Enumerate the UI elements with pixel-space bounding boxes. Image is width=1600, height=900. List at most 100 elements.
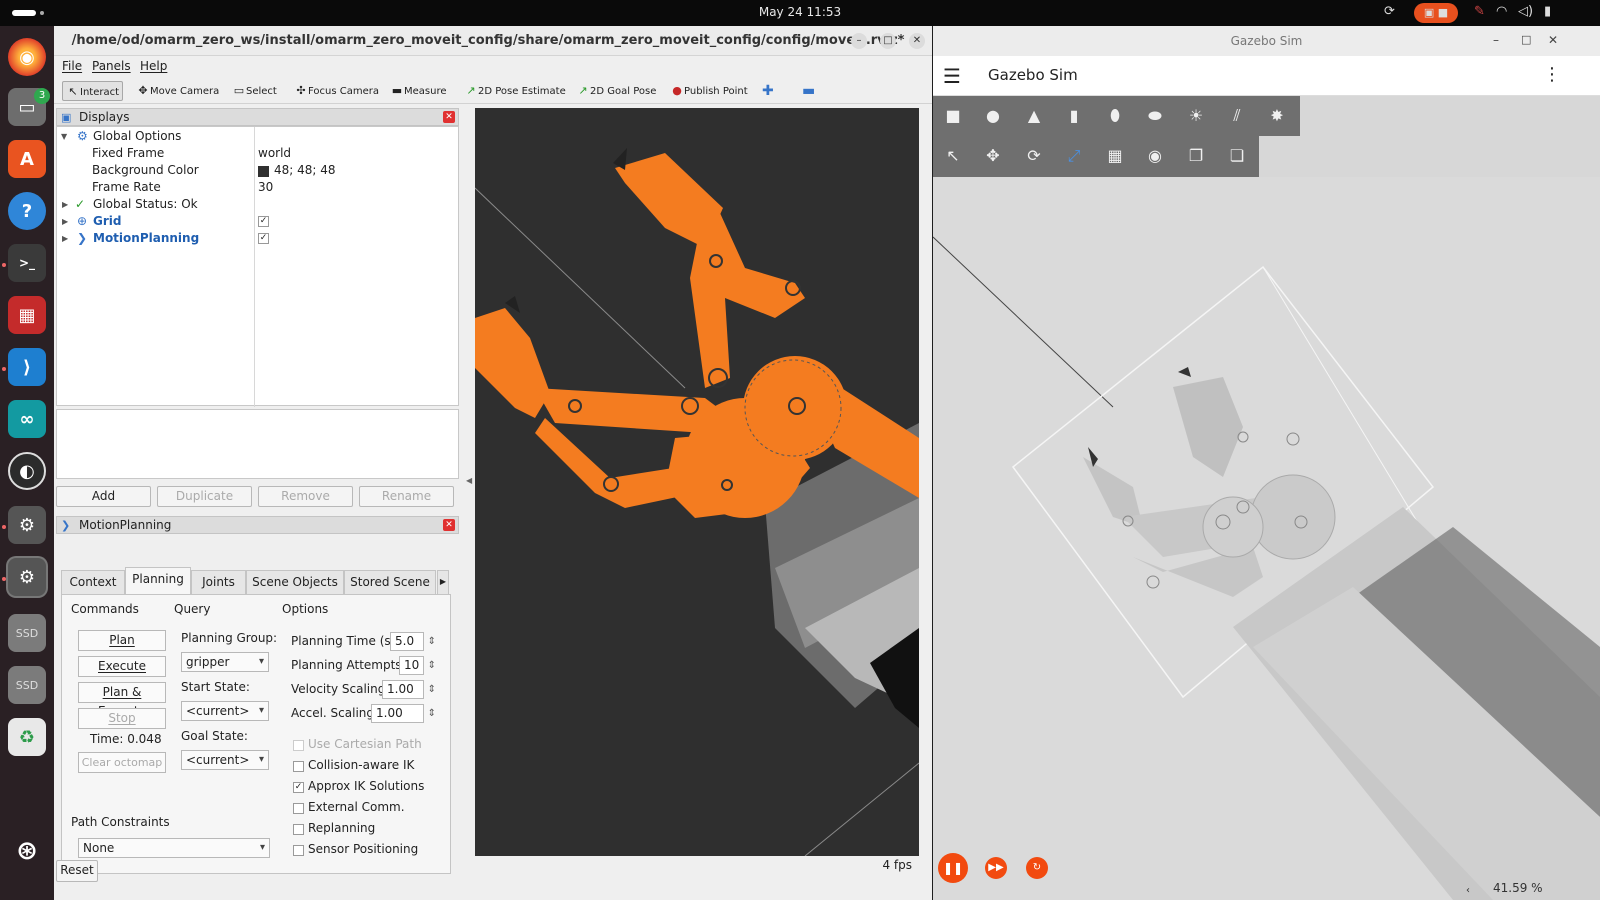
reset-sim-button[interactable]: ↻ — [1026, 857, 1048, 879]
app-center-icon[interactable]: A — [8, 140, 46, 178]
maximize-button[interactable]: □ — [1521, 33, 1531, 46]
approx-ik-checkbox[interactable]: ✓ — [293, 782, 304, 793]
close-button[interactable]: ✕ — [1548, 33, 1558, 47]
tab-scene-objects[interactable]: Scene Objects — [246, 570, 344, 594]
collision-aware-checkbox[interactable] — [293, 761, 304, 772]
ssd-drive-icon[interactable]: SSD — [8, 614, 46, 652]
sphere-shape-icon[interactable]: ● — [983, 106, 1003, 125]
planning-time-input[interactable]: 5.0 — [390, 632, 436, 651]
settings-icon[interactable]: ⚙ — [8, 506, 46, 544]
expand-arrow-icon[interactable]: ▶ — [62, 217, 68, 226]
vscode-icon[interactable]: ⟩ — [8, 348, 46, 386]
arduino-icon[interactable]: ∞ — [8, 400, 46, 438]
cone-shape-icon[interactable]: ▲ — [1024, 106, 1044, 125]
display-grid[interactable]: Grid — [93, 213, 121, 230]
copy-icon[interactable]: ❐ — [1186, 146, 1206, 165]
rviz-settings-icon[interactable]: ⚙ — [8, 558, 46, 596]
menu-panels[interactable]: Panels — [92, 59, 131, 73]
capsule-shape-icon[interactable]: ⬮ — [1105, 106, 1125, 126]
plan-execute-button[interactable]: Plan & Execute — [78, 682, 166, 718]
use-cartesian-checkbox[interactable] — [293, 740, 304, 751]
close-button[interactable]: ✕ — [909, 33, 925, 49]
duplicate-button[interactable]: Duplicate — [157, 486, 252, 507]
global-status[interactable]: Global Status: Ok — [93, 196, 198, 213]
tool-interact[interactable]: ↖ Interact — [62, 81, 124, 101]
rviz-3d-view[interactable] — [475, 108, 919, 856]
spot-light-icon[interactable]: ✸ — [1267, 106, 1287, 125]
close-motion-panel-button[interactable]: ✕ — [443, 519, 455, 531]
snap-icon[interactable]: ⤢ — [1064, 146, 1084, 166]
clear-octomap-button[interactable]: Clear octomap — [78, 752, 166, 773]
fixed-frame-value[interactable]: world — [258, 145, 291, 162]
terminator-icon[interactable]: ▦ — [8, 296, 46, 334]
wifi-icon[interactable]: ◠ — [1496, 4, 1507, 19]
execute-button[interactable]: Execute — [78, 656, 166, 677]
color-swatch[interactable] — [258, 166, 269, 177]
rename-button[interactable]: Rename — [359, 486, 454, 507]
more-options-icon[interactable]: ⋮ — [1543, 64, 1561, 85]
planning-group-select[interactable]: gripper — [181, 652, 269, 672]
directional-light-icon[interactable]: ⫽ — [1227, 106, 1247, 126]
tool-focus-camera[interactable]: ✣ Focus Camera — [294, 81, 379, 101]
help-icon[interactable]: ? — [8, 192, 46, 230]
close-displays-button[interactable]: ✕ — [443, 111, 455, 123]
translate-mode-icon[interactable]: ✥ — [983, 146, 1003, 165]
frame-rate-value[interactable]: 30 — [258, 179, 273, 196]
firefox-icon[interactable]: ◉ — [8, 38, 46, 76]
ssd-drive-icon-2[interactable]: SSD — [8, 666, 46, 704]
remove-tool-icon[interactable]: ▬ — [802, 81, 815, 101]
stop-button[interactable]: Stop — [78, 708, 166, 729]
grid-config-icon[interactable]: ▦ — [1105, 146, 1125, 165]
tool-2d-goal-pose[interactable]: ↗ 2D Goal Pose — [576, 81, 656, 101]
mic-muted-icon[interactable]: ✎ — [1474, 4, 1485, 19]
tab-context[interactable]: Context — [61, 570, 125, 594]
global-options[interactable]: Global Options — [93, 128, 181, 145]
trash-icon[interactable]: ♻ — [8, 718, 46, 756]
expand-arrow-icon[interactable]: ▶ — [62, 234, 68, 243]
path-constraints-select[interactable]: None — [78, 838, 270, 858]
hamburger-menu-icon[interactable]: ☰ — [943, 64, 961, 88]
tab-planning[interactable]: Planning — [125, 567, 191, 594]
gazebo-3d-view[interactable]: ❚❚ ▶▶ ↻ ‹ 41.59 % — [933, 177, 1600, 900]
goal-state-select[interactable]: <current> — [181, 750, 269, 770]
step-button[interactable]: ▶▶ — [985, 857, 1007, 879]
select-mode-icon[interactable]: ↖ — [943, 146, 963, 165]
menu-file[interactable]: File — [62, 59, 82, 73]
plan-button[interactable]: Plan — [78, 630, 166, 651]
menu-help[interactable]: Help — [140, 59, 167, 73]
splitter-left-arrow-icon[interactable]: ◀ — [466, 476, 472, 485]
box-shape-icon[interactable]: ■ — [943, 106, 963, 125]
accel-scaling-input[interactable]: 1.00 — [371, 704, 436, 723]
clock[interactable]: May 24 11:53 — [0, 5, 1600, 19]
external-comm-checkbox[interactable] — [293, 803, 304, 814]
tabs-scroll-right-icon[interactable]: ▶ — [437, 570, 449, 594]
remove-button[interactable]: Remove — [258, 486, 353, 507]
reset-button[interactable]: Reset — [56, 860, 98, 882]
ubuntu-apps-icon[interactable]: ⊛ — [8, 832, 46, 870]
add-button[interactable]: Add — [56, 486, 151, 507]
rotate-mode-icon[interactable]: ⟳ — [1024, 146, 1044, 165]
display-motion-planning[interactable]: MotionPlanning — [93, 230, 199, 247]
tool-move-camera[interactable]: ✥ Move Camera — [136, 81, 219, 101]
tab-joints[interactable]: Joints — [191, 570, 246, 594]
expand-arrow-icon[interactable]: ▶ — [62, 200, 68, 209]
ellipsoid-shape-icon[interactable]: ⬬ — [1145, 106, 1165, 126]
start-state-select[interactable]: <current> — [181, 701, 269, 721]
terminal-icon[interactable]: >_ — [8, 244, 46, 282]
tool-publish-point[interactable]: ● Publish Point — [670, 81, 747, 101]
cylinder-shape-icon[interactable]: ▮ — [1064, 106, 1084, 125]
screen-record-icon[interactable]: ▣ ■ — [1414, 3, 1458, 23]
battery-icon[interactable]: ▮ — [1544, 4, 1551, 19]
add-tool-icon[interactable]: ✚ — [762, 81, 774, 101]
motion-planning-checkbox[interactable]: ✓ — [258, 233, 269, 244]
tool-select[interactable]: ▭ Select — [232, 81, 277, 101]
minimize-button[interactable]: – — [1493, 33, 1499, 47]
background-color-value[interactable]: 48; 48; 48 — [274, 162, 336, 179]
tool-2d-pose-estimate[interactable]: ↗ 2D Pose Estimate — [464, 81, 565, 101]
velocity-scaling-input[interactable]: 1.00 — [382, 680, 436, 699]
screenshot-icon[interactable]: ◉ — [1145, 146, 1165, 165]
sync-icon[interactable]: ⟳ — [1384, 4, 1395, 19]
grid-checkbox[interactable]: ✓ — [258, 216, 269, 227]
maximize-button[interactable]: □ — [880, 33, 896, 49]
paste-icon[interactable]: ❏ — [1227, 146, 1247, 165]
